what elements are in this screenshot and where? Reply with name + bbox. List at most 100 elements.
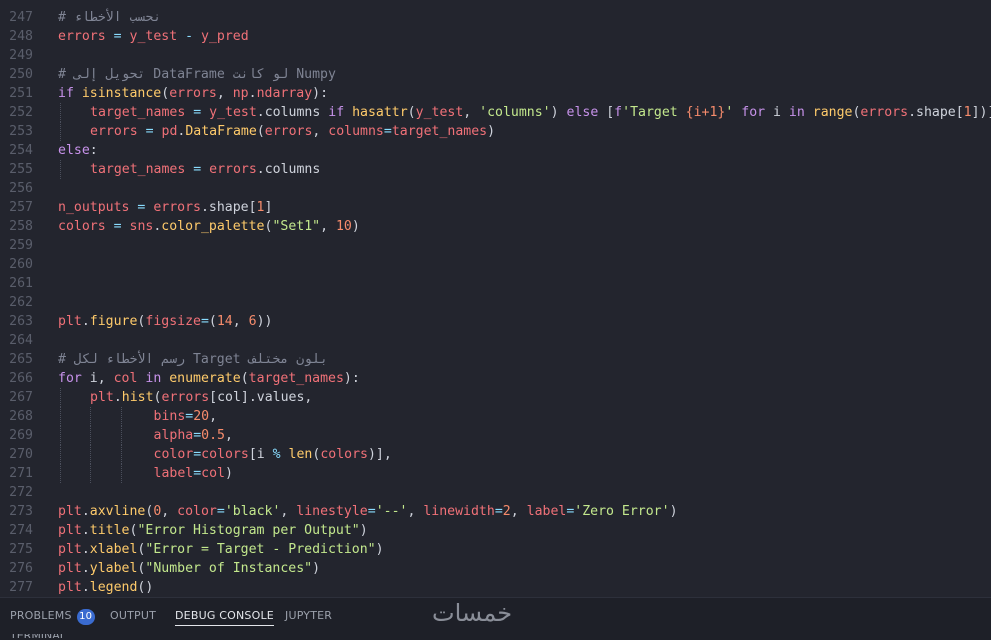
line-number: 258 (9, 219, 33, 234)
code-line[interactable]: 251 if isinstance(errors, np.ndarray): (0, 84, 991, 103)
code-line[interactable]: 274 plt.title("Error Histogram per Output… (0, 521, 991, 540)
code-line[interactable]: 267 plt.hist(errors[col].values, (0, 388, 991, 407)
tab-debug-console[interactable]: DEBUG CONSOLE (175, 607, 274, 626)
code-token: color_palette (161, 219, 265, 234)
line-number: 252 (9, 105, 33, 120)
code-line[interactable]: 265 # رسم الأخطاء لكل Target بلون مختلف (0, 350, 991, 369)
line-number: 260 (9, 257, 33, 272)
code-token: target_names (90, 105, 186, 120)
code-line[interactable]: 258 colors = sns.color_palette("Set1", 10… (0, 217, 991, 236)
code-token: in (145, 371, 162, 386)
code-line[interactable]: 266 for i, col in enumerate(target_names)… (0, 369, 991, 388)
code-token: errors (264, 124, 313, 139)
code-token: range (812, 105, 853, 120)
code-token: isinstance (81, 86, 162, 101)
code-token: رسم الأخطاء لكل Target بلون مختلف (73, 352, 328, 367)
code-token: ) (550, 105, 567, 120)
code-token: نحسب الأخطاء (73, 10, 162, 25)
code-token: ) (487, 124, 496, 139)
line-code: target_names = y_test.columns if hasattr… (90, 103, 991, 122)
code-line[interactable]: 248 errors = y_test - y_pred (0, 27, 991, 46)
code-token: , (312, 124, 329, 139)
code-token: )], (367, 447, 392, 462)
code-token: = (200, 314, 209, 329)
code-token: y_test (129, 29, 178, 44)
code-line[interactable]: 253 errors = pd.DataFrame(errors, columns… (0, 122, 991, 141)
code-token: 1 (963, 105, 972, 120)
code-token: y_test (209, 105, 257, 120)
code-token: [ (598, 105, 615, 120)
code-line[interactable]: 261 (0, 274, 991, 293)
code-line[interactable]: 250 # تحويل إلى DataFrame لو كانت Numpy (0, 65, 991, 84)
line-number: 270 (9, 447, 33, 462)
code-token: , (232, 314, 249, 329)
code-token: ) (375, 542, 384, 557)
code-line[interactable]: 276 plt.ylabel("Number of Instances") (0, 559, 991, 578)
code-token: ( (153, 390, 162, 405)
code-token: len (288, 447, 313, 462)
code-line[interactable]: 260 (0, 255, 991, 274)
code-token: n_outputs (58, 200, 130, 215)
line-number: 256 (9, 181, 33, 196)
code-line[interactable]: 277 plt.legend() (0, 578, 991, 597)
code-line[interactable]: 249 (0, 46, 991, 65)
line-code: target_names = errors.columns (90, 160, 320, 179)
code-line[interactable]: 275 plt.xlabel("Error = Target - Predicti… (0, 540, 991, 559)
code-token: ( (256, 124, 265, 139)
code-token: columns (328, 124, 384, 139)
tab-output-label: OUTPUT (110, 609, 157, 622)
code-line[interactable]: 256 (0, 179, 991, 198)
line-number: 268 (9, 409, 33, 424)
code-line[interactable]: 254 else: (0, 141, 991, 160)
code-token: for (741, 105, 766, 120)
tab-problems[interactable]: PROBLEMS 10 (10, 607, 95, 625)
line-code: label=col) (90, 464, 233, 483)
code-line[interactable]: 257 n_outputs = errors.shape[1] (0, 198, 991, 217)
code-token: 'Target (622, 105, 686, 120)
code-line[interactable]: 263 plt.figure(figsize=(14, 6)) (0, 312, 991, 331)
line-number: 269 (9, 428, 33, 443)
code-token: , (161, 504, 178, 519)
code-token: errors (161, 390, 210, 405)
code-line[interactable]: 259 (0, 236, 991, 255)
code-token: {i+1} (685, 105, 726, 120)
code-token: 0.5 (201, 428, 225, 443)
bottom-panel: PROBLEMS 10 OUTPUT DEBUG CONSOLE JUPYTER … (0, 597, 991, 640)
code-line[interactable]: 252 target_names = y_test.columns if hasa… (0, 103, 991, 122)
line-code: n_outputs = errors.shape[1] (58, 198, 272, 217)
code-token: . (81, 580, 90, 595)
code-line[interactable]: 262 (0, 293, 991, 312)
code-line[interactable]: 268 bins=20, (0, 407, 991, 426)
code-token: . (81, 504, 90, 519)
code-line[interactable]: 269 alpha=0.5, (0, 426, 991, 445)
line-number: 248 (9, 29, 33, 44)
code-line[interactable]: 247 # نحسب الأخطاء (0, 8, 991, 27)
tab-jupyter[interactable]: JUPYTER (285, 607, 332, 625)
code-token: ( (161, 86, 170, 101)
code-token: = (494, 504, 503, 519)
code-token: label (526, 504, 567, 519)
line-code: # نحسب الأخطاء (58, 8, 161, 27)
code-lines: 247 # نحسب الأخطاء 248 errors = y_test - y_… (0, 8, 991, 597)
code-line[interactable]: 273 plt.axvline(0, color='black', linesty… (0, 502, 991, 521)
code-token: for (58, 371, 82, 386)
code-editor[interactable]: 247 # نحسب الأخطاء 248 errors = y_test - y_… (0, 0, 991, 597)
line-code: errors = y_test - y_pred (58, 27, 249, 46)
code-token: ( (240, 371, 249, 386)
code-line[interactable]: 270 color=colors[i % len(colors)], (0, 445, 991, 464)
code-line[interactable]: 271 label=col) (0, 464, 991, 483)
tab-terminal[interactable]: TERMINAL (10, 634, 65, 638)
indent-guide (60, 426, 61, 445)
code-token: = (193, 466, 202, 481)
code-line[interactable]: 264 (0, 331, 991, 350)
tab-jupyter-label: JUPYTER (285, 609, 333, 622)
code-token: axvline (89, 504, 146, 519)
code-line[interactable]: 255 target_names = errors.columns (0, 160, 991, 179)
code-token: )) (256, 314, 273, 329)
code-line[interactable]: 272 (0, 483, 991, 502)
line-code: plt.xlabel("Error = Target - Prediction"… (58, 540, 384, 559)
code-token: alpha (90, 428, 194, 443)
tab-output[interactable]: OUTPUT (110, 607, 156, 625)
